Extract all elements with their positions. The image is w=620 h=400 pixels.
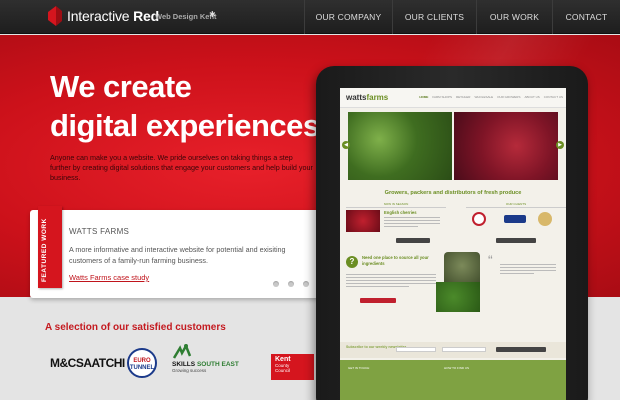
ingredients-question: Need one place to source all your ingred… xyxy=(362,255,429,266)
our-clients-box: OUR CLIENTS xyxy=(466,202,566,246)
skills-south-east-logo: SKILLS SOUTH EAST Growing success xyxy=(172,343,239,373)
artichoke-photo xyxy=(444,252,480,286)
watts-farms-logo: wattsfarms xyxy=(346,93,389,102)
nav-our-clients[interactable]: OUR CLIENTS xyxy=(392,0,476,34)
headline-line-1: We create xyxy=(50,69,192,104)
newsletter-bar: Subscribe to our weekly newsletter xyxy=(340,342,566,358)
red-leaves-photo xyxy=(454,112,558,180)
site-nav-item: ABOUT US xyxy=(524,95,540,99)
chilli-plants-photo xyxy=(348,112,452,180)
tagline-marker-icon: ✱ xyxy=(209,10,216,19)
featured-ribbon-label: FEATURED WORK xyxy=(41,218,48,282)
view-clients-button xyxy=(496,238,536,243)
site-nav-item: WHOLESALE xyxy=(474,95,494,99)
text-lines xyxy=(384,217,440,229)
ingredients-section: ? Need one place to source all your ingr… xyxy=(340,252,566,314)
site-info-boxes: NOW IN SEASON English cherries OUR CLIEN… xyxy=(346,202,566,248)
logo-mark-icon xyxy=(48,6,62,26)
quote-mark-icon: “ xyxy=(488,252,493,268)
ingredients-block: ? Need one place to source all your ingr… xyxy=(340,252,440,314)
case-study-link[interactable]: Watts Farms case study xyxy=(69,273,149,282)
brand-tagline: Web Design Kent xyxy=(155,12,217,21)
tablet-device: wattsfarms HOME FARM SHOPS RETAILER WHOL… xyxy=(316,66,588,400)
client-badge-icon xyxy=(472,212,486,226)
slider-dot-1[interactable] xyxy=(273,281,279,287)
mcsaatchi-logo: M&CSAATCHI xyxy=(50,356,125,370)
site-footer: GET IN TOUCH HOW TO FIND US xyxy=(340,360,566,400)
site-tagline: Growers, packers and distributors of fre… xyxy=(384,190,522,196)
footer-map-heading: HOW TO FIND US xyxy=(444,366,470,370)
our-clients-heading: OUR CLIENTS xyxy=(466,202,566,208)
ingredients-text-lines xyxy=(346,274,436,289)
site-nav-item: RETAILER xyxy=(456,95,471,99)
site-nav-item: FARM SHOPS xyxy=(432,95,452,99)
slider-next-icon: ▶ xyxy=(556,141,564,149)
kent-county-council-logo: Kent County Council xyxy=(271,354,314,380)
client-logos: M&CSAATCHI EURO TUNNEL SKILLS SOUTH EAST… xyxy=(45,342,314,400)
site-header: wattsfarms HOME FARM SHOPS RETAILER WHOL… xyxy=(340,88,566,108)
featured-description: A more informative and interactive websi… xyxy=(69,245,286,265)
eurotunnel-word-1: EURO xyxy=(133,358,151,364)
headline-line-2: digital experiences xyxy=(50,108,320,143)
slider-dot-2[interactable] xyxy=(288,281,294,287)
tablet-screen-watts-farms[interactable]: wattsfarms HOME FARM SHOPS RETAILER WHOL… xyxy=(340,88,566,400)
featured-title: WATTS FARMS xyxy=(69,227,130,236)
skills-wordmark: SKILLS SOUTH EAST xyxy=(172,361,239,368)
newsletter-name-field xyxy=(396,347,436,352)
client-wordmark-icon xyxy=(504,215,526,223)
skills-slogan: Growing success xyxy=(172,368,207,373)
read-more-button xyxy=(396,238,430,243)
client-seal-icon xyxy=(538,212,552,226)
cherries-title: English cherries xyxy=(384,210,417,215)
customers-heading: A selection of our satisfied customers xyxy=(45,322,226,333)
slider-prev-icon: ◀ xyxy=(342,141,350,149)
top-navigation-bar: Interactive Red Web Design Kent ✱ OUR CO… xyxy=(0,0,620,34)
main-nav: OUR COMPANY OUR CLIENTS OUR WORK CONTACT xyxy=(304,0,620,34)
site-nav-item: OUR GROWERS xyxy=(497,95,521,99)
newsletter-email-field xyxy=(442,347,486,352)
subscribe-button xyxy=(496,347,546,352)
site-slider: ◀ ▶ xyxy=(342,112,564,184)
download-button xyxy=(360,298,396,303)
site-nav: HOME FARM SHOPS RETAILER WHOLESALE OUR G… xyxy=(415,95,563,99)
skills-figure-icon xyxy=(172,343,192,360)
in-season-heading: NOW IN SEASON xyxy=(346,202,446,208)
featured-work-card: FEATURED WORK WATTS FARMS A more informa… xyxy=(30,206,324,298)
brand-logo[interactable]: Interactive Red xyxy=(48,6,159,26)
eurotunnel-word-2: TUNNEL xyxy=(129,365,155,371)
slider-dot-3[interactable] xyxy=(303,281,309,287)
vegetables-photo xyxy=(436,282,480,312)
site-nav-item: CONTACT US xyxy=(543,95,563,99)
footer-contact-heading: GET IN TOUCH xyxy=(348,366,370,370)
site-nav-item: HOME xyxy=(419,95,429,99)
nav-contact[interactable]: CONTACT xyxy=(552,0,620,34)
nav-our-work[interactable]: OUR WORK xyxy=(476,0,552,34)
hero-intro-text: Anyone can make you a website. We pride … xyxy=(50,153,313,182)
testimonial-text-lines xyxy=(500,264,556,276)
hero-headline: We create digital experiences xyxy=(50,67,320,145)
brand-name: Interactive Red xyxy=(67,8,159,24)
cherries-photo xyxy=(346,210,380,232)
nav-our-company[interactable]: OUR COMPANY xyxy=(304,0,392,34)
question-icon: ? xyxy=(346,256,358,268)
in-season-box: NOW IN SEASON English cherries xyxy=(346,202,446,246)
eurotunnel-logo: EURO TUNNEL xyxy=(127,348,157,378)
